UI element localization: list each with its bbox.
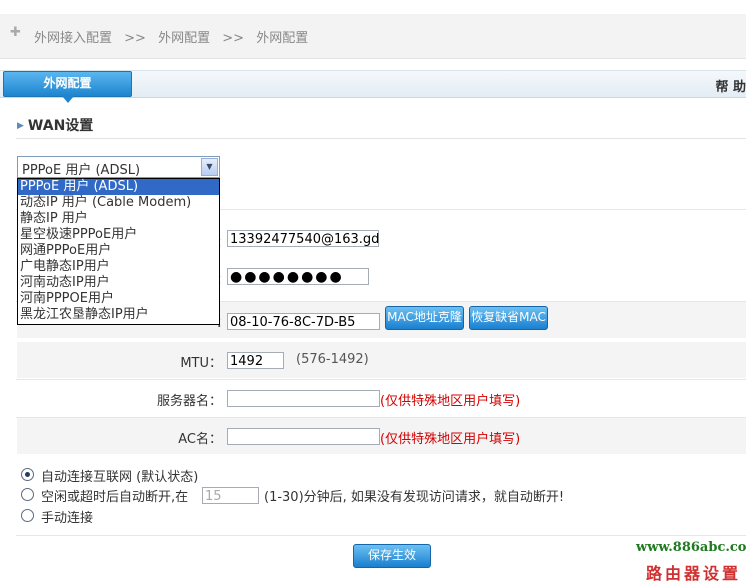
service-name-input[interactable]: [227, 390, 380, 407]
service-name-hint: (仅供特殊地区用户填写): [380, 394, 521, 409]
mtu-input[interactable]: 1492: [227, 352, 284, 369]
divider: [16, 379, 746, 380]
watermark-text: 路由器设置: [646, 564, 742, 583]
divider: [16, 535, 746, 536]
tab-wan-config[interactable]: 外网配置: [3, 71, 132, 97]
password-input[interactable]: ●●●●●●●●: [227, 268, 369, 285]
connection-type-select[interactable]: PPPoE 用户 (ADSL) ▼: [17, 156, 220, 178]
idle-disconnect-label: 空闲或超时后自动断开,在: [41, 490, 189, 505]
help-link[interactable]: 帮 助: [715, 76, 746, 95]
dropdown-option[interactable]: 河南PPPOE用户: [18, 291, 219, 307]
breadcrumb-item: 外网配置: [256, 31, 309, 46]
breadcrumb-item[interactable]: 外网接入配置: [34, 31, 112, 46]
breadcrumb: 外网接入配置 >> 外网配置 >> 外网配置: [34, 27, 316, 46]
idle-disconnect-radio[interactable]: [21, 488, 34, 501]
connection-type-value: PPPoE 用户 (ADSL): [22, 163, 141, 178]
tab-strip: 外网配置 帮 助: [0, 70, 746, 103]
ac-name-input[interactable]: [227, 428, 380, 445]
dropdown-option[interactable]: 河南动态IP用户: [18, 275, 219, 291]
breadcrumb-separator: >>: [222, 31, 245, 46]
dropdown-option[interactable]: 静态IP 用户: [18, 211, 219, 227]
dropdown-option[interactable]: 广电静态IP用户: [18, 259, 219, 275]
service-name-label: 服务器名：: [156, 394, 222, 409]
idle-minutes-input[interactable]: 15: [202, 487, 259, 504]
manual-connect-label: 手动连接: [41, 511, 94, 526]
triangle-right-icon: ▶: [17, 121, 24, 131]
mtu-label: MTU：: [180, 356, 222, 371]
save-button[interactable]: 保存生效: [353, 544, 431, 568]
plus-icon: ✚: [10, 25, 21, 40]
account-input[interactable]: 13392477540@163.gd: [227, 230, 379, 247]
ac-name-label: AC名：: [178, 432, 222, 447]
dropdown-option[interactable]: 星空极速PPPoE用户: [18, 227, 219, 243]
mac-clone-button[interactable]: MAC地址克隆: [385, 306, 464, 330]
tab-pointer-icon: [62, 96, 74, 103]
mac-input[interactable]: 08-10-76-8C-7D-B5: [227, 313, 380, 330]
section-divider: [16, 138, 746, 139]
breadcrumb-item[interactable]: 外网配置: [158, 31, 210, 46]
dropdown-option[interactable]: 动态IP 用户 (Cable Modem): [18, 195, 219, 211]
chevron-down-icon[interactable]: ▼: [201, 158, 218, 176]
section-title: ▶ WAN设置: [17, 115, 93, 135]
breadcrumb-separator: >>: [124, 31, 146, 46]
breadcrumb-bar: ✚ 外网接入配置 >> 外网配置 >> 外网配置: [0, 14, 746, 59]
connection-type-dropdown: PPPoE 用户 (ADSL) 动态IP 用户 (Cable Modem) 静态…: [17, 178, 220, 325]
auto-connect-label: 自动连接互联网 (默认状态): [41, 470, 199, 485]
auto-connect-radio[interactable]: [21, 468, 34, 481]
idle-disconnect-hint: (1-30)分钟后, 如果没有发现访问请求，就自动断开!: [264, 490, 565, 505]
mtu-hint: (576-1492): [296, 352, 369, 367]
top-bar: [0, 0, 746, 14]
manual-connect-radio[interactable]: [21, 509, 34, 522]
ac-name-hint: (仅供特殊地区用户填写): [380, 432, 521, 447]
restore-default-mac-button[interactable]: 恢复缺省MAC: [469, 306, 548, 330]
section-title-text: WAN设置: [27, 118, 94, 134]
dropdown-option[interactable]: PPPoE 用户 (ADSL): [18, 179, 219, 195]
watermark-url: www.886abc.com: [636, 540, 746, 555]
dropdown-option[interactable]: 黑龙江农垦静态IP用户: [18, 307, 219, 323]
dropdown-option[interactable]: 网通PPPoE用户: [18, 243, 219, 259]
